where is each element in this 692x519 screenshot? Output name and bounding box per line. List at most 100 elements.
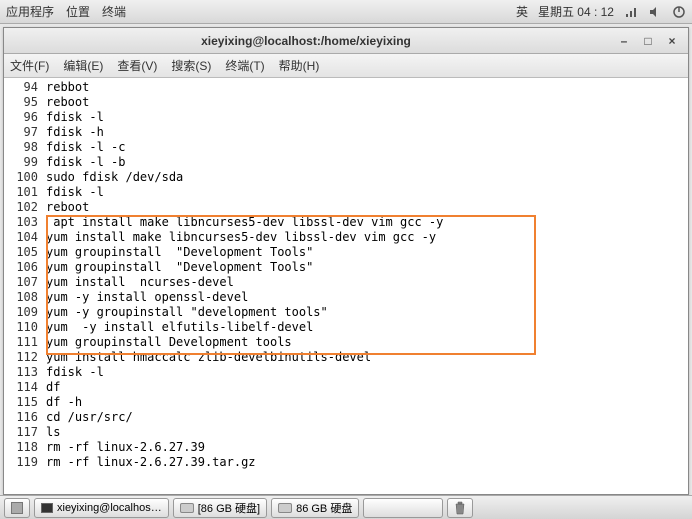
- titlebar[interactable]: xieyixing@localhost:/home/xieyixing – □ …: [4, 28, 688, 54]
- trash-button[interactable]: [447, 498, 473, 518]
- line-text: rm -rf linux-2.6.27.39.tar.gz: [46, 455, 256, 469]
- history-line: 96fdisk -l: [4, 110, 688, 125]
- line-number: 99: [4, 155, 46, 170]
- history-line: 103 apt install make libncurses5-dev lib…: [4, 215, 688, 230]
- line-number: 113: [4, 365, 46, 380]
- task-disk2[interactable]: 86 GB 硬盘: [271, 498, 359, 518]
- ime-indicator[interactable]: 英: [516, 3, 528, 20]
- line-number: 104: [4, 230, 46, 245]
- line-text: yum -y install openssl-devel: [46, 290, 248, 304]
- line-number: 105: [4, 245, 46, 260]
- terminal-content[interactable]: 94rebbot95reboot96fdisk -l97fdisk -h98fd…: [4, 78, 688, 494]
- history-line: 107yum install ncurses-devel: [4, 275, 688, 290]
- disk-icon: [278, 503, 292, 513]
- line-number: 111: [4, 335, 46, 350]
- maximize-button[interactable]: □: [642, 35, 654, 47]
- disk-icon: [180, 503, 194, 513]
- line-number: 119: [4, 455, 46, 470]
- history-line: 99fdisk -l -b: [4, 155, 688, 170]
- menu-file[interactable]: 文件(F): [10, 57, 49, 74]
- history-line: 106yum groupinstall "Development Tools": [4, 260, 688, 275]
- line-number: 107: [4, 275, 46, 290]
- line-text: fdisk -l -b: [46, 155, 125, 169]
- cube-icon: [11, 502, 23, 514]
- line-number: 103: [4, 215, 46, 230]
- menu-edit[interactable]: 编辑(E): [63, 57, 103, 74]
- line-number: 118: [4, 440, 46, 455]
- line-text: yum install ncurses-devel: [46, 275, 234, 289]
- volume-icon[interactable]: [648, 5, 662, 19]
- history-line: 114df: [4, 380, 688, 395]
- close-button[interactable]: ×: [666, 35, 678, 47]
- line-text: yum -y install elfutils-libelf-devel: [46, 320, 313, 334]
- line-number: 98: [4, 140, 46, 155]
- history-line: 98fdisk -l -c: [4, 140, 688, 155]
- workspace-switcher[interactable]: [363, 498, 443, 518]
- line-text: cd /usr/src/: [46, 410, 133, 424]
- menu-search[interactable]: 搜索(S): [171, 57, 211, 74]
- apps-menu[interactable]: 应用程序: [6, 3, 54, 20]
- line-text: df -h: [46, 395, 82, 409]
- line-text: fdisk -l: [46, 185, 104, 199]
- line-text: rm -rf linux-2.6.27.39: [46, 440, 205, 454]
- history-line: 117ls: [4, 425, 688, 440]
- network-icon[interactable]: [624, 5, 638, 19]
- line-number: 100: [4, 170, 46, 185]
- line-number: 95: [4, 95, 46, 110]
- minimize-button[interactable]: –: [618, 35, 630, 47]
- terminal-menu[interactable]: 终端: [102, 3, 126, 20]
- line-text: reboot: [46, 200, 89, 214]
- history-line: 119rm -rf linux-2.6.27.39.tar.gz: [4, 455, 688, 470]
- line-number: 106: [4, 260, 46, 275]
- history-line: 97fdisk -h: [4, 125, 688, 140]
- task-terminal[interactable]: xieyixing@localhos…: [34, 498, 169, 518]
- history-line: 112yum install hmaccalc zlib-develbinuti…: [4, 350, 688, 365]
- history-line: 115df -h: [4, 395, 688, 410]
- line-text: apt install make libncurses5-dev libssl-…: [46, 215, 443, 229]
- history-line: 105yum groupinstall "Development Tools": [4, 245, 688, 260]
- places-menu[interactable]: 位置: [66, 3, 90, 20]
- clock[interactable]: 星期五 04 : 12: [538, 3, 614, 20]
- line-number: 116: [4, 410, 46, 425]
- menu-terminal[interactable]: 终端(T): [225, 57, 264, 74]
- history-line: 94rebbot: [4, 80, 688, 95]
- line-number: 96: [4, 110, 46, 125]
- line-number: 97: [4, 125, 46, 140]
- history-line: 101fdisk -l: [4, 185, 688, 200]
- terminal-icon: [41, 503, 53, 513]
- line-text: yum groupinstall "Development Tools": [46, 260, 313, 274]
- line-text: reboot: [46, 95, 89, 109]
- line-number: 109: [4, 305, 46, 320]
- line-text: fdisk -l: [46, 365, 104, 379]
- line-text: yum install hmaccalc zlib-develbinutils-…: [46, 350, 371, 364]
- history-line: 100sudo fdisk /dev/sda: [4, 170, 688, 185]
- line-text: fdisk -l: [46, 110, 104, 124]
- line-text: sudo fdisk /dev/sda: [46, 170, 183, 184]
- line-text: yum groupinstall "Development Tools": [46, 245, 313, 259]
- line-number: 101: [4, 185, 46, 200]
- menu-view[interactable]: 查看(V): [117, 57, 157, 74]
- menubar: 文件(F) 编辑(E) 查看(V) 搜索(S) 终端(T) 帮助(H): [4, 54, 688, 78]
- task-disk1[interactable]: [86 GB 硬盘]: [173, 498, 267, 518]
- history-line: 104yum install make libncurses5-dev libs…: [4, 230, 688, 245]
- line-number: 115: [4, 395, 46, 410]
- line-text: yum -y groupinstall "development tools": [46, 305, 328, 319]
- menu-help[interactable]: 帮助(H): [279, 57, 320, 74]
- history-line: 109yum -y groupinstall "development tool…: [4, 305, 688, 320]
- history-line: 110yum -y install elfutils-libelf-devel: [4, 320, 688, 335]
- line-number: 102: [4, 200, 46, 215]
- line-text: ls: [46, 425, 60, 439]
- history-line: 118rm -rf linux-2.6.27.39: [4, 440, 688, 455]
- history-line: 113fdisk -l: [4, 365, 688, 380]
- line-text: df: [46, 380, 60, 394]
- show-desktop-button[interactable]: [4, 498, 30, 518]
- history-line: 95reboot: [4, 95, 688, 110]
- line-number: 117: [4, 425, 46, 440]
- line-number: 94: [4, 80, 46, 95]
- history-line: 116cd /usr/src/: [4, 410, 688, 425]
- line-number: 112: [4, 350, 46, 365]
- line-number: 108: [4, 290, 46, 305]
- history-line: 102reboot: [4, 200, 688, 215]
- power-icon[interactable]: [672, 5, 686, 19]
- top-panel: 应用程序 位置 终端 英 星期五 04 : 12: [0, 0, 692, 24]
